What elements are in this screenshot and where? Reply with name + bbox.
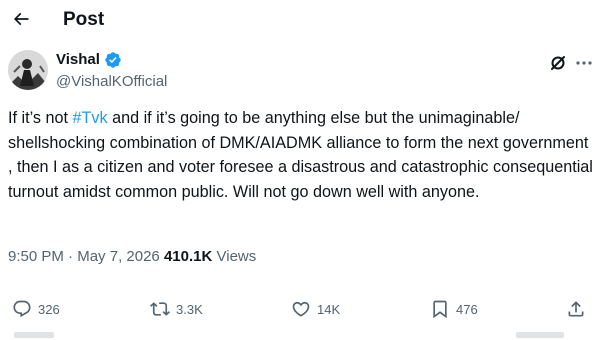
author-handle[interactable]: @VishalKOfficial (56, 72, 167, 92)
bookmark-count: 476 (456, 301, 478, 317)
grok-icon[interactable] (549, 54, 567, 72)
top-bar: Post (0, 0, 600, 40)
like-count: 14K (317, 301, 341, 317)
repost-count: 3.3K (176, 301, 203, 317)
views-label: Views (216, 248, 257, 265)
tweet-meta: 9:50 PM · May 7, 2026 410.1K Views (8, 247, 256, 267)
back-arrow-icon[interactable] (8, 6, 34, 32)
views-count: 410.1K (163, 248, 213, 265)
meta-separator: · (63, 248, 78, 265)
bookmark-icon (433, 300, 447, 319)
heart-icon (292, 301, 310, 317)
verified-badge-icon (105, 52, 121, 68)
cut-off-text (14, 332, 54, 338)
cut-off-text (516, 332, 564, 338)
post-date[interactable]: May 7, 2026 (77, 248, 160, 265)
tweet-text-pre: If it’s not (8, 109, 73, 127)
share-button[interactable] (566, 297, 586, 321)
hashtag-link[interactable]: #Tvk (72, 109, 107, 127)
more-options-icon[interactable] (575, 54, 593, 72)
reply-count: 326 (38, 301, 60, 317)
author-name-row[interactable]: Vishal (56, 50, 122, 70)
repost-icon (150, 302, 170, 316)
bookmark-button[interactable]: 476 (430, 297, 478, 321)
reply-icon (13, 300, 31, 318)
tweet-text: If it’s not #Tvk and if it’s going to be… (8, 106, 596, 204)
like-button[interactable]: 14K (291, 297, 340, 321)
repost-button[interactable]: 3.3K (150, 297, 203, 321)
page-title: Post (63, 9, 105, 30)
reply-button[interactable]: 326 (12, 297, 60, 321)
post-time[interactable]: 9:50 PM (8, 248, 64, 265)
action-bar: 326 3.3K 14K 476 (0, 297, 600, 321)
avatar[interactable] (8, 50, 48, 90)
display-name[interactable]: Vishal (56, 50, 100, 70)
share-icon (568, 301, 584, 317)
cut-off-row (8, 332, 598, 340)
